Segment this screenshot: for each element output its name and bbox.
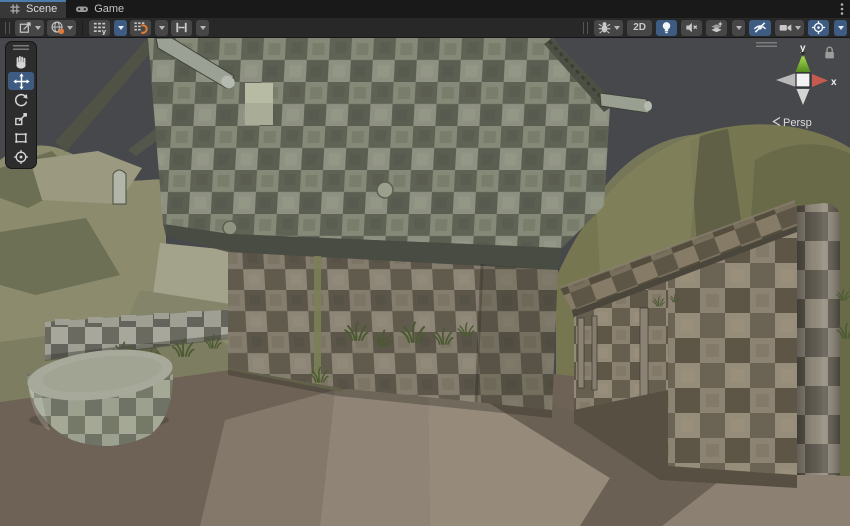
move-tool-button[interactable]: [8, 72, 34, 90]
eye-hidden-icon: [752, 20, 768, 35]
tools-overlay-drag-handle[interactable]: [13, 45, 29, 50]
debug-mode-button[interactable]: [594, 20, 623, 36]
tools-overlay: [5, 41, 37, 169]
rotate-icon: [13, 92, 29, 108]
snap-increment-dropdown[interactable]: [196, 20, 209, 36]
bug-icon: [597, 20, 612, 35]
globe-icon: [50, 20, 65, 35]
snap-settings-dropdown[interactable]: [155, 20, 168, 36]
gizmos-dropdown[interactable]: [834, 20, 847, 36]
x-axis-label: x: [831, 77, 837, 88]
gizmos-toggle-button[interactable]: [808, 20, 829, 36]
rect-icon: [13, 130, 29, 146]
scale-tool-button[interactable]: [8, 110, 34, 128]
grid-magnet-icon: [133, 20, 148, 35]
2d-label: 2D: [630, 22, 649, 33]
toolbar-separator: [82, 21, 83, 35]
rotate-tool-button[interactable]: [8, 91, 34, 109]
hand-icon: [13, 54, 29, 70]
orientation-mode-button[interactable]: [47, 20, 76, 36]
kebab-menu-icon: [840, 2, 844, 16]
chevron-down-icon: [67, 26, 73, 30]
snap-settings-button[interactable]: [130, 20, 151, 36]
distant-tower[interactable]: [113, 170, 126, 204]
window-tab-bar: Scene Game: [0, 0, 850, 18]
chevron-down-icon: [614, 26, 620, 30]
grid-axis-label: y: [102, 27, 107, 35]
gizmo-sphere-icon: [811, 20, 826, 35]
game-controller-icon: [75, 3, 89, 15]
audio-toggle-button[interactable]: [681, 20, 702, 36]
overlay-drag-handle[interactable]: [5, 22, 10, 34]
projection-indicator[interactable]: Persp: [774, 117, 812, 129]
x-axis-cone[interactable]: [812, 74, 828, 87]
gizmo-center-cube[interactable]: [796, 73, 810, 87]
transform-tool-button[interactable]: [8, 148, 34, 166]
effects-layers-icon: [709, 20, 724, 35]
unity-scene-view: { "window": { "tabs": [ {"label": "Scene…: [0, 0, 850, 526]
visibility-toggle-button[interactable]: [749, 20, 771, 36]
move-arrows-icon: [13, 73, 30, 90]
lock-icon[interactable]: [825, 47, 834, 58]
light-bulb-icon: [659, 20, 674, 35]
grid-visibility-dropdown[interactable]: [114, 20, 127, 36]
scene-grid-icon: [9, 3, 21, 15]
snap-increment-button[interactable]: [171, 20, 192, 36]
effects-toggle-button[interactable]: [706, 20, 727, 36]
grid-visibility-button[interactable]: y: [89, 20, 110, 36]
orientation-gizmo[interactable]: y x Persp: [770, 42, 850, 136]
transform-icon: [13, 149, 29, 165]
audio-muted-icon: [684, 20, 699, 35]
overlay-drag-handle[interactable]: [583, 22, 588, 34]
view-options-group: 2D: [581, 20, 847, 36]
tab-game-label: Game: [94, 3, 124, 15]
scene-viewport[interactable]: [0, 38, 850, 526]
lighting-toggle-button[interactable]: [656, 20, 677, 36]
view-hand-tool-button[interactable]: [8, 53, 34, 71]
tab-scene[interactable]: Scene: [0, 0, 66, 18]
tab-bar-menu-button[interactable]: [834, 0, 850, 18]
rect-tool-button[interactable]: [8, 129, 34, 147]
negative-y-axis-cone[interactable]: [797, 89, 810, 105]
pivot-mode-button[interactable]: [15, 20, 44, 36]
scene-view-toolbar: y: [0, 18, 850, 38]
projection-label: Persp: [783, 117, 812, 129]
pivot-center-icon: [18, 20, 33, 35]
scale-icon: [13, 111, 29, 127]
y-axis-cone[interactable]: [796, 52, 811, 72]
effects-dropdown[interactable]: [732, 20, 745, 36]
camera-settings-button[interactable]: [775, 20, 804, 36]
tab-game[interactable]: Game: [66, 0, 133, 18]
move-snap-icon: [174, 20, 189, 35]
video-camera-icon: [778, 20, 793, 35]
chevron-down-icon: [795, 26, 801, 30]
2d-toggle-button[interactable]: 2D: [627, 20, 652, 36]
negative-x-axis-cone[interactable]: [776, 73, 796, 87]
tab-scene-label: Scene: [26, 3, 57, 15]
grid-axis-icon: y: [92, 20, 107, 35]
chevron-down-icon: [35, 26, 41, 30]
round-pillar[interactable]: [797, 203, 840, 475]
